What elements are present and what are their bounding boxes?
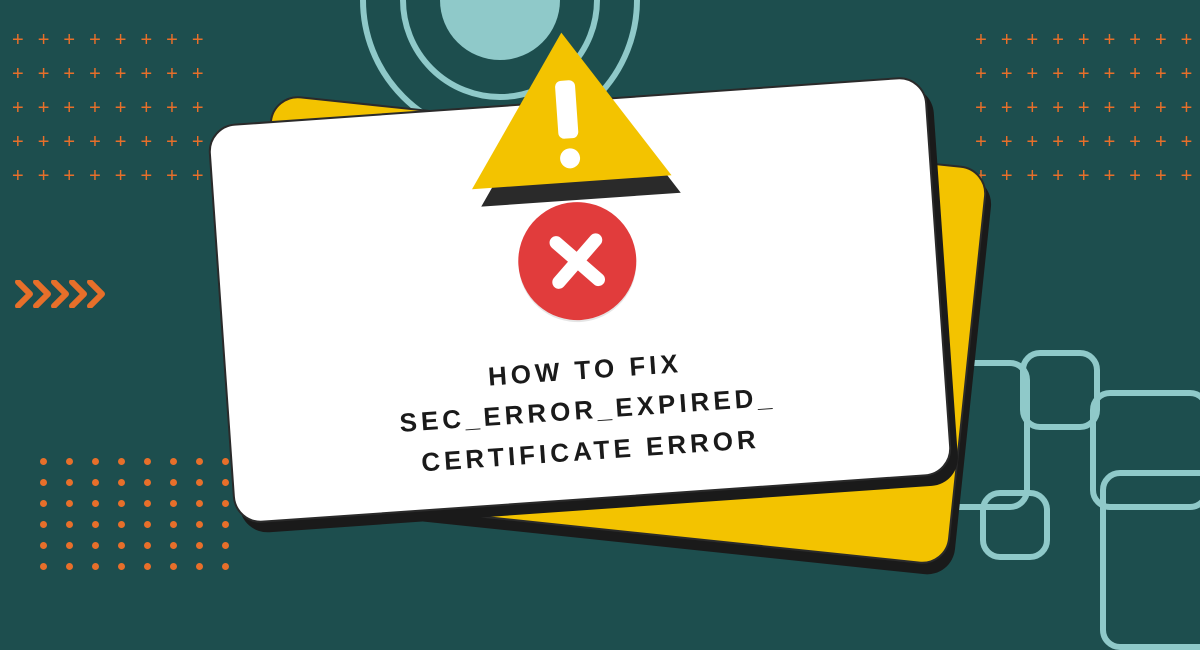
hero-card: HOW TO FIX SEC_ERROR_EXPIRED_ CERTIFICAT…	[210, 90, 990, 530]
plus-grid-left: ++++++++++++++++++++++++++++++++++++++++	[12, 30, 204, 186]
chevron-row-icon	[14, 280, 104, 308]
error-x-icon	[514, 198, 640, 324]
plus-grid-right: ++++++++++++++++++++++++++++++++++++++++…	[975, 30, 1200, 186]
dot-grid	[40, 458, 234, 570]
headline-text: HOW TO FIX SEC_ERROR_EXPIRED_ CERTIFICAT…	[304, 330, 871, 490]
warning-triangle-icon	[442, 24, 693, 200]
hero-card-front: HOW TO FIX SEC_ERROR_EXPIRED_ CERTIFICAT…	[207, 75, 953, 524]
